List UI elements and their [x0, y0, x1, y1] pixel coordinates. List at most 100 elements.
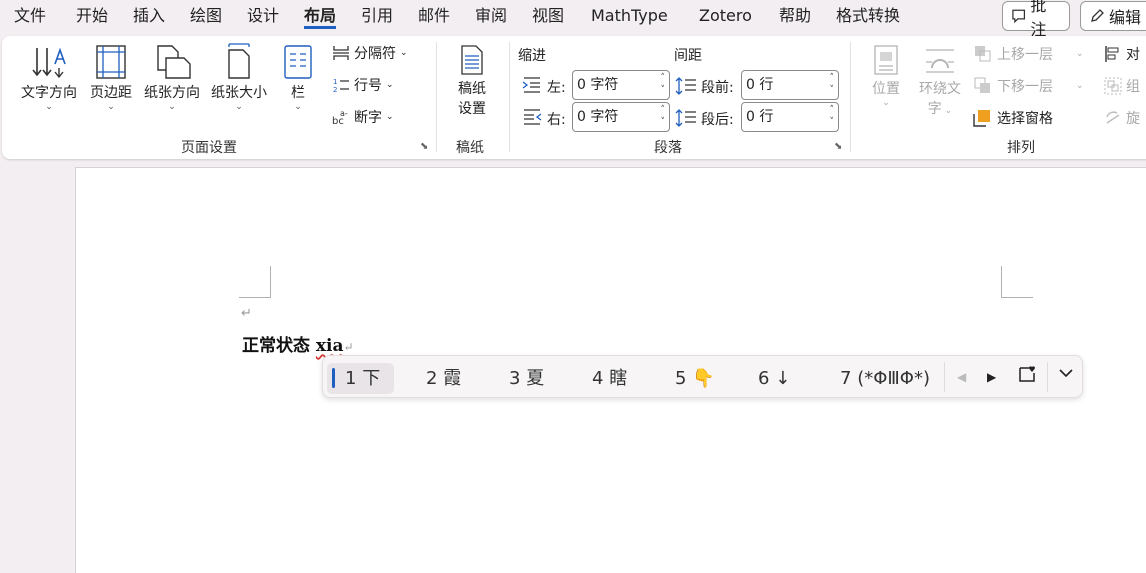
rotate-button[interactable]: 旋 [1104, 108, 1140, 128]
position-button[interactable]: 位置 ⌄ [864, 42, 908, 108]
ime-candidate-3[interactable]: 3 夏 [509, 363, 544, 394]
wrap-text-button[interactable]: 环绕文 字 ⌄ [914, 42, 966, 118]
indent-left-input[interactable]: 0 字符 ˄ ˅ [572, 70, 670, 100]
columns-label: 栏 [291, 85, 305, 101]
bring-forward-button[interactable]: 上移一层 ⌄ [974, 44, 1084, 64]
menu-bar: 文件 开始 插入 绘图 设计 布局 引用 邮件 审阅 视图 MathType Z… [0, 0, 1146, 39]
favorites-icon[interactable] [1017, 364, 1037, 392]
tab-view[interactable]: 视图 [532, 5, 564, 29]
send-backward-icon [974, 77, 990, 93]
group-objects-button[interactable]: 组 [1104, 76, 1140, 96]
chevron-down-icon: ⌄ [235, 102, 243, 112]
spin-arrows-icon[interactable]: ˄ ˅ [661, 104, 666, 128]
ribbon: 文字方向 ⌄ 页边距 ⌄ 纸张方向 ⌄ 纸张大小 ⌄ 栏 ⌄ 分隔符 ⌄ 1 2… [2, 36, 1146, 159]
spin-arrows-icon[interactable]: ˄ ˅ [830, 104, 835, 128]
arrange-group-label: 排列 [1007, 140, 1035, 156]
tab-home[interactable]: 开始 [76, 5, 108, 29]
ime-candidate-1[interactable]: 1 下 [327, 363, 395, 394]
next-page-icon[interactable]: ▶ [987, 364, 996, 390]
candidate-text: 夏 [526, 368, 545, 389]
svg-text:1: 1 [333, 78, 337, 86]
spacing-after-input[interactable]: 0 行 ˄ ˅ [741, 102, 839, 132]
tab-layout[interactable]: 布局 [304, 5, 337, 29]
tab-help[interactable]: 帮助 [779, 5, 811, 29]
tab-zotero[interactable]: Zotero [699, 5, 752, 29]
selection-pane-button[interactable]: 选择窗格 [972, 108, 1053, 128]
manuscript-icon [461, 45, 483, 75]
ime-candidate-7[interactable]: 7 (*ΦⅢΦ*) [840, 363, 930, 394]
ime-candidate-5[interactable]: 5 👇 [675, 363, 715, 394]
hyphenation-button[interactable]: bc a- 断字 ⌄ [332, 106, 394, 128]
chevron-down-icon: ⌄ [882, 98, 890, 108]
wrap-text-icon [926, 49, 954, 73]
candidate-text: 瞎 [609, 368, 628, 389]
comments-button[interactable]: 批注 [1002, 0, 1070, 39]
crop-mark-right [1001, 266, 1033, 298]
hyphenation-icon: bca- [332, 109, 348, 126]
tab-file[interactable]: 文件 [14, 5, 46, 29]
expand-candidates-icon[interactable] [1057, 364, 1075, 390]
manuscript-label-2: 设置 [458, 101, 486, 117]
indent-right-input[interactable]: 0 字符 ˄ ˅ [572, 102, 670, 132]
chevron-down-icon: ⌄ [386, 80, 394, 90]
wrap-text-label-1: 环绕文 [919, 81, 961, 97]
tab-mailings[interactable]: 邮件 [418, 5, 450, 29]
chevron-down-icon: ⌄ [386, 112, 394, 122]
tab-insert[interactable]: 插入 [133, 5, 165, 29]
send-backward-label: 下移一层 [997, 79, 1053, 95]
paragraph-mark-icon: ↵ [241, 306, 252, 321]
position-label: 位置 [872, 81, 900, 97]
align-icon [1105, 46, 1119, 62]
spin-arrows-icon[interactable]: ˄ ˅ [830, 72, 835, 96]
ime-candidate-2[interactable]: 2 霞 [426, 363, 461, 394]
send-backward-button[interactable]: 下移一层 ⌄ [974, 76, 1084, 96]
ime-candidate-6[interactable]: 6 ↓ [758, 363, 790, 394]
chevron-down-icon: ⌄ [400, 48, 408, 58]
crop-mark-left [239, 266, 271, 298]
tab-mathtype[interactable]: MathType [591, 5, 668, 29]
align-button[interactable]: 对 [1104, 44, 1140, 64]
document-body-text[interactable]: 正常状态 xia↵ [242, 331, 354, 356]
pencil-icon [1091, 9, 1104, 22]
group-icon [1104, 77, 1122, 95]
orientation-icon [157, 45, 191, 79]
candidate-number: 1 [345, 368, 357, 389]
dialog-launcher-icon[interactable]: ⬊ [420, 141, 428, 152]
columns-button[interactable]: 栏 ⌄ [282, 42, 314, 112]
group-separator [509, 42, 510, 152]
text-direction-button[interactable]: 文字方向 ⌄ [18, 42, 80, 112]
spacing-after-label: 段后: [701, 112, 734, 128]
spin-arrows-icon[interactable]: ˄ ˅ [661, 72, 666, 96]
tab-format-convert[interactable]: 格式转换 [836, 5, 900, 29]
indent-right-label: 右: [547, 112, 566, 128]
ime-candidate-bar: 1 下 2 霞 3 夏 4 瞎 5 👇 6 ↓ 7 (*ΦⅢΦ*) ◀ ▶ [322, 355, 1083, 398]
previous-page-icon[interactable]: ◀ [957, 364, 966, 390]
tab-design[interactable]: 设计 [247, 5, 279, 29]
editing-button[interactable]: 编辑 [1080, 1, 1146, 31]
position-icon [874, 45, 898, 75]
candidate-number: 2 [426, 368, 438, 389]
breaks-button[interactable]: 分隔符 ⌄ [332, 42, 408, 64]
spacing-heading: 间距 [674, 48, 702, 64]
dialog-launcher-icon[interactable]: ⬊ [834, 141, 842, 152]
line-numbers-button[interactable]: 12 行号 ⌄ [332, 74, 394, 96]
size-button[interactable]: 纸张大小 ⌄ [207, 42, 271, 112]
candidate-text: 霞 [443, 368, 462, 389]
tab-references[interactable]: 引用 [361, 5, 393, 29]
tab-review[interactable]: 审阅 [475, 5, 507, 29]
chevron-down-icon: ⌄ [1076, 49, 1084, 59]
tab-draw[interactable]: 绘图 [190, 5, 222, 29]
rotate-icon [1106, 111, 1120, 124]
rotate-label: 旋 [1126, 111, 1140, 127]
ime-candidate-4[interactable]: 4 瞎 [592, 363, 627, 394]
spacing-before-value: 0 行 [746, 77, 774, 93]
manuscript-settings-button[interactable]: 稿纸 设置 [450, 42, 494, 118]
candidate-number: 4 [592, 368, 604, 389]
candidate-text: 👇 [692, 368, 715, 389]
spacing-before-icon [675, 76, 697, 100]
orientation-button[interactable]: 纸张方向 ⌄ [140, 42, 204, 112]
text-direction-label: 文字方向 [21, 85, 77, 101]
margins-button[interactable]: 页边距 ⌄ [86, 42, 136, 112]
breaks-icon [333, 46, 349, 60]
spacing-before-input[interactable]: 0 行 ˄ ˅ [741, 70, 839, 100]
